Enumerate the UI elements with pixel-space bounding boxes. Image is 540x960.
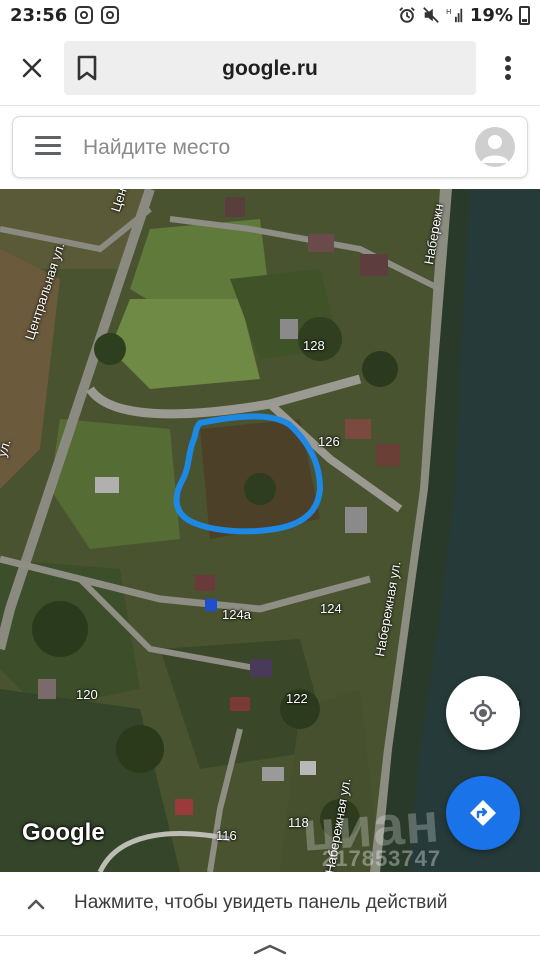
system-nav-bar (0, 936, 540, 960)
house-number-128: 128 (303, 338, 325, 353)
maps-header (0, 107, 540, 189)
satellite-imagery (0, 189, 540, 872)
action-panel-hint: Нажмите, чтобы увидеть панель действий (74, 892, 448, 913)
watermark-id: 217853747 (322, 846, 442, 871)
directions-button[interactable] (446, 776, 520, 850)
map-view[interactable]: Централь Центральная ул. ул. Набережн На… (0, 189, 540, 872)
house-number-124a: 124а (222, 607, 251, 622)
house-number-126: 126 (318, 434, 340, 449)
account-avatar-icon[interactable] (475, 127, 515, 167)
alarm-icon (399, 7, 415, 23)
instagram-icon (101, 6, 120, 24)
google-logo: Google (22, 819, 105, 846)
battery-icon (519, 5, 530, 25)
url-text: google.ru (222, 57, 318, 80)
nav-handle-icon[interactable] (252, 942, 288, 956)
close-icon (22, 58, 42, 78)
my-location-icon (470, 700, 496, 726)
status-time: 23:56 (10, 4, 68, 26)
house-number-122: 122 (286, 691, 308, 706)
search-input[interactable] (83, 131, 443, 165)
url-bar[interactable]: google.ru (64, 41, 476, 95)
my-location-button[interactable] (446, 676, 520, 750)
directions-icon (470, 800, 496, 826)
search-box[interactable] (12, 116, 528, 178)
chevron-up-icon[interactable] (24, 892, 48, 916)
browser-toolbar: google.ru (0, 30, 540, 106)
signal-icon: H (446, 7, 463, 23)
instagram-icon (75, 6, 94, 24)
house-number-116: 116 (216, 828, 237, 843)
mute-icon (423, 7, 439, 23)
house-number-120: 120 (76, 687, 98, 702)
house-number-124: 124 (320, 601, 342, 616)
action-panel[interactable]: Нажмите, чтобы увидеть панель действий (0, 872, 540, 936)
status-bar: 23:56 H 19% (0, 0, 540, 30)
svg-text:H: H (446, 7, 451, 16)
close-tab-button[interactable] (14, 50, 50, 86)
browser-menu-button[interactable] (492, 48, 524, 88)
more-vert-icon (505, 56, 511, 80)
hamburger-icon[interactable] (35, 136, 61, 158)
battery-percent: 19% (469, 4, 513, 26)
